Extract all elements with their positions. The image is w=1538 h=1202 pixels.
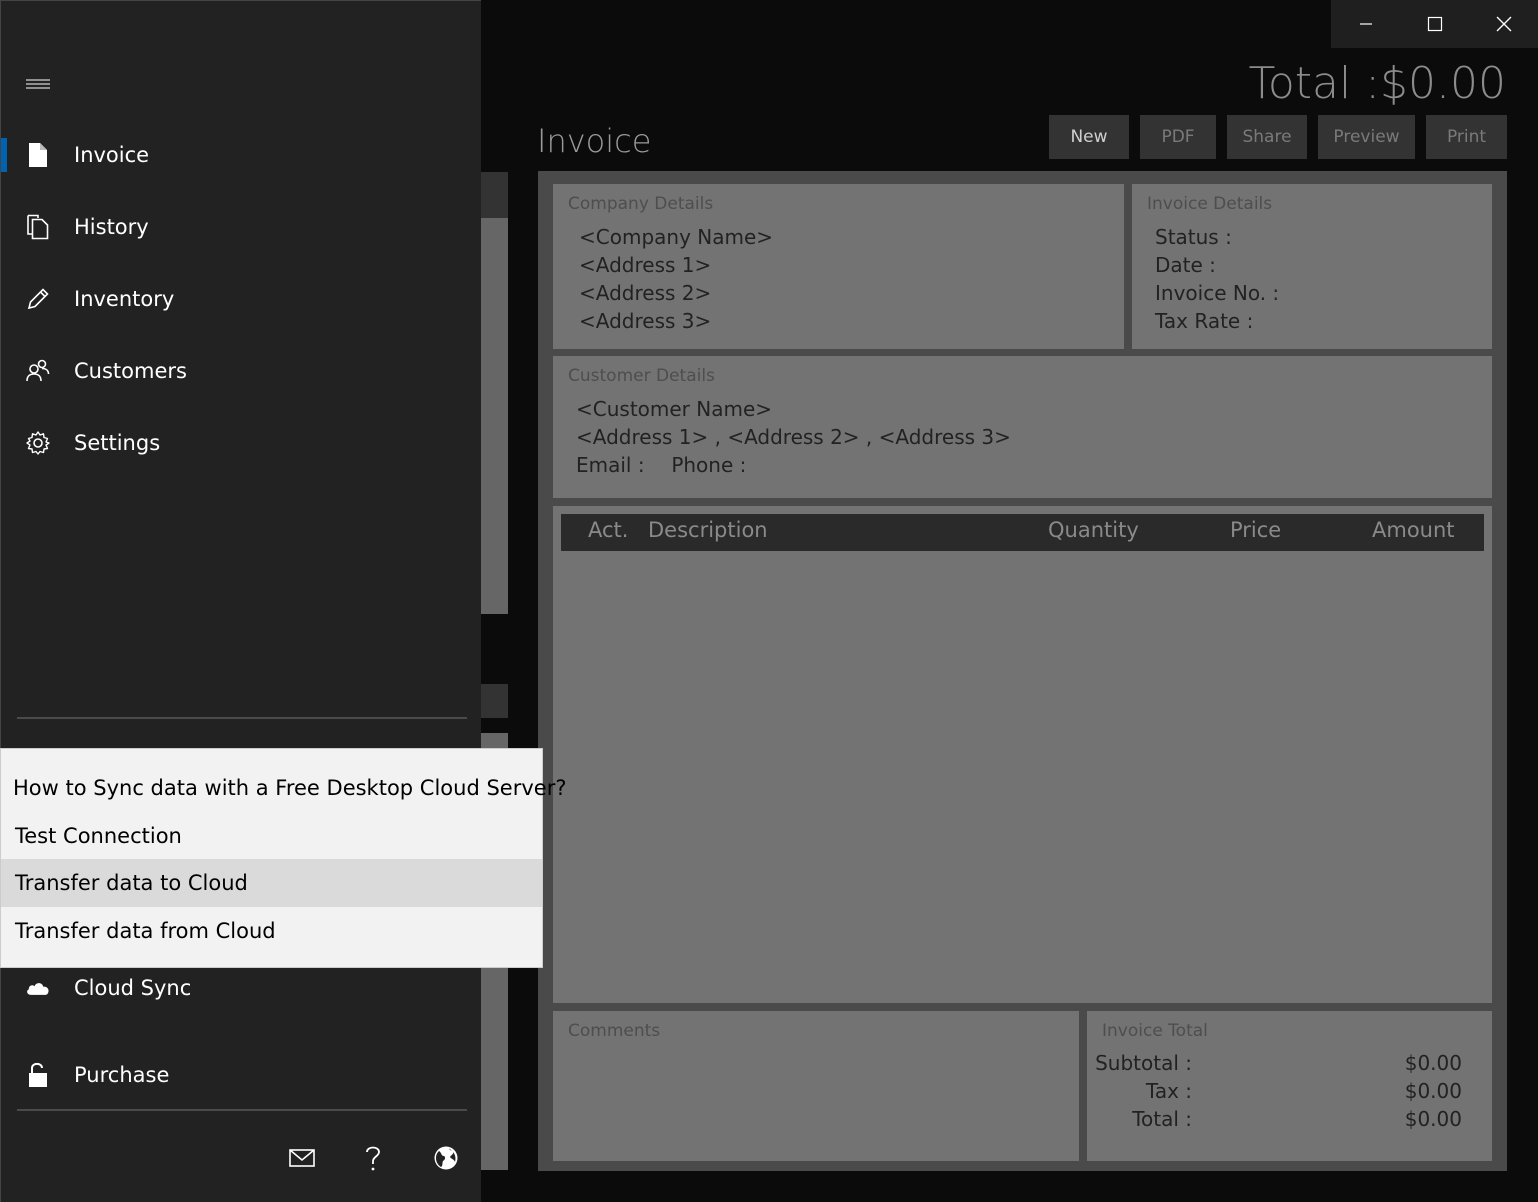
company-address-2: <Address 2>: [579, 281, 712, 305]
tax-value: $0.00: [1404, 1079, 1462, 1103]
gear-icon: [25, 430, 51, 456]
menu-item-test-connection[interactable]: Test Connection: [1, 812, 542, 860]
document-icon: [25, 142, 51, 168]
customer-name: <Customer Name>: [576, 397, 773, 421]
nav-item-purchase[interactable]: Purchase: [1, 1045, 482, 1105]
nav-item-inventory[interactable]: Inventory: [1, 269, 482, 329]
company-name: <Company Name>: [579, 225, 774, 249]
column-price: Price: [1230, 518, 1282, 542]
invoice-frame: Company Details <Company Name> <Address …: [538, 171, 1507, 1171]
nav-item-settings[interactable]: Settings: [1, 413, 482, 473]
customer-email: Email :: [576, 453, 645, 477]
nav-item-label: Inventory: [74, 287, 175, 311]
nav-item-invoice[interactable]: Invoice: [1, 125, 482, 185]
nav-item-label: Settings: [74, 431, 161, 455]
customer-details-title: Customer Details: [568, 366, 715, 386]
customer-details-panel[interactable]: Customer Details <Customer Name> <Addres…: [553, 356, 1492, 498]
pane-edge-strip: [481, 684, 508, 718]
customer-address: <Address 1> , <Address 2> , <Address 3>: [576, 425, 1011, 449]
subtotal-value: $0.00: [1404, 1051, 1462, 1075]
maximize-icon[interactable]: [1400, 0, 1469, 48]
print-button[interactable]: Print: [1426, 115, 1507, 159]
invoice-tax-rate: Tax Rate :: [1155, 309, 1254, 333]
globe-icon[interactable]: [429, 1141, 463, 1175]
copy-icon: [25, 214, 51, 240]
nav-item-history[interactable]: History: [1, 197, 482, 257]
people-icon: [25, 358, 51, 384]
preview-button[interactable]: Preview: [1318, 115, 1415, 159]
invoice-status: Status :: [1155, 225, 1232, 249]
new-button[interactable]: New: [1049, 115, 1129, 159]
total-label: Total :: [1132, 1107, 1192, 1131]
company-address-1: <Address 1>: [579, 253, 712, 277]
column-act: Act.: [588, 518, 629, 542]
nav-footer: [1, 1141, 482, 1175]
pencil-icon: [25, 286, 51, 312]
hamburger-menu-icon[interactable]: [26, 76, 50, 92]
comments-panel[interactable]: Comments: [553, 1011, 1079, 1161]
customer-phone: Phone :: [671, 453, 747, 477]
page-title: Invoice: [537, 122, 652, 160]
toolbar: New PDF Share Preview Print: [1049, 115, 1507, 159]
nav-item-label: Purchase: [74, 1063, 170, 1087]
comments-title: Comments: [568, 1021, 661, 1041]
menu-item-transfer-from-cloud[interactable]: Transfer data from Cloud: [1, 907, 542, 955]
minimize-icon[interactable]: [1331, 0, 1400, 48]
pane-edge-strip: [481, 172, 508, 218]
nav-item-customers[interactable]: Customers: [1, 341, 482, 401]
company-details-panel[interactable]: Company Details <Company Name> <Address …: [553, 184, 1124, 349]
invoice-details-panel[interactable]: Invoice Details Status : Date : Invoice …: [1132, 184, 1492, 349]
help-icon[interactable]: [356, 1141, 390, 1175]
cloud-icon: [25, 975, 51, 1001]
pdf-button[interactable]: PDF: [1140, 115, 1216, 159]
window-caption-buttons: [1331, 0, 1538, 48]
close-icon[interactable]: [1469, 0, 1538, 48]
mail-icon[interactable]: [285, 1141, 319, 1175]
menu-item-sync-help[interactable]: How to Sync data with a Free Desktop Clo…: [1, 764, 566, 812]
company-address-3: <Address 3>: [579, 309, 712, 333]
company-details-title: Company Details: [568, 194, 714, 214]
pane-edge-strip: [481, 218, 508, 614]
column-description: Description: [648, 518, 768, 542]
main-content: Total :$0.00 Invoice New PDF Share Previ…: [481, 0, 1538, 1202]
nav-item-label: Customers: [74, 359, 187, 383]
navigation-pane: Invoice History Inventory Customers Sett…: [0, 0, 481, 1202]
nav-item-label: Invoice: [74, 143, 150, 167]
invoice-total-panel: Invoice Total Subtotal : $0.00 Tax : $0.…: [1087, 1011, 1492, 1161]
items-table[interactable]: Act. Description Quantity Price Amount: [553, 506, 1492, 1003]
column-amount: Amount: [1372, 518, 1455, 542]
nav-divider: [17, 717, 467, 719]
tax-label: Tax :: [1145, 1079, 1192, 1103]
items-table-header: Act. Description Quantity Price Amount: [561, 514, 1484, 551]
invoice-total-title: Invoice Total: [1102, 1021, 1208, 1041]
cloud-sync-flyout-menu: How to Sync data with a Free Desktop Clo…: [0, 748, 566, 968]
nav-divider: [17, 1109, 467, 1111]
subtotal-label: Subtotal :: [1095, 1051, 1192, 1075]
invoice-number: Invoice No. :: [1155, 281, 1280, 305]
unlock-icon: [25, 1062, 51, 1088]
menu-item-transfer-to-cloud[interactable]: Transfer data to Cloud: [1, 859, 542, 907]
invoice-details-title: Invoice Details: [1147, 194, 1273, 214]
share-button[interactable]: Share: [1227, 115, 1307, 159]
total-value: $0.00: [1404, 1107, 1462, 1131]
invoice-date: Date :: [1155, 253, 1216, 277]
grand-total: Total :$0.00: [1248, 58, 1506, 109]
nav-item-label: Cloud Sync: [74, 976, 192, 1000]
column-quantity: Quantity: [1048, 518, 1139, 542]
nav-item-label: History: [74, 215, 149, 239]
